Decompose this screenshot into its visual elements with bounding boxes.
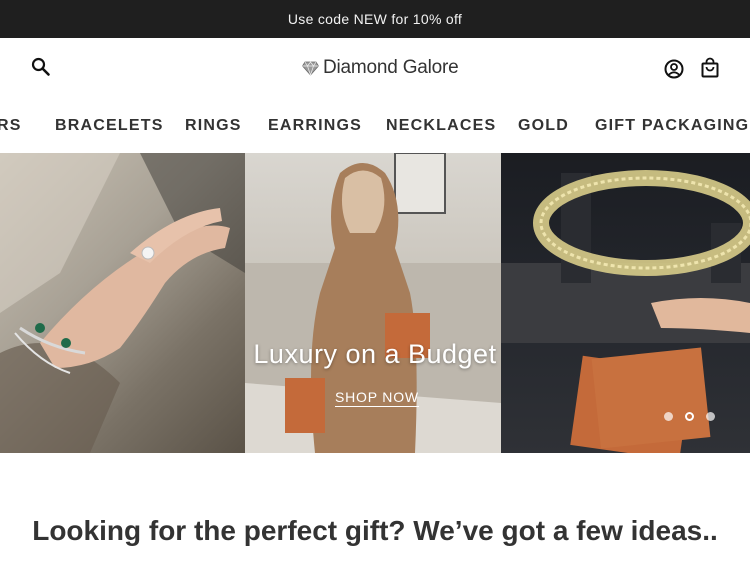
- search-icon: [31, 57, 50, 76]
- announcement-bar: Use code NEW for 10% off: [0, 0, 750, 38]
- nav-item-rs[interactable]: RS: [0, 117, 22, 135]
- account-button[interactable]: [663, 58, 685, 80]
- nav-item-earrings[interactable]: EARRINGS: [268, 117, 362, 135]
- woman-illustration: [245, 153, 501, 453]
- hero-title: Luxury on a Budget: [253, 339, 497, 369]
- slide-dot-2[interactable]: [685, 412, 694, 421]
- cart-button[interactable]: [699, 57, 721, 79]
- nav-item-bracelets[interactable]: BRACELETS: [55, 117, 164, 135]
- shop-now-button[interactable]: SHOP NOW: [335, 389, 419, 407]
- main-nav: RS BRACELETS RINGS EARRINGS NECKLACES GO…: [0, 100, 750, 152]
- hero-image-woman-with-bag: [245, 153, 501, 453]
- nav-item-gold[interactable]: GOLD: [518, 117, 569, 135]
- shopping-bag-icon: [701, 57, 719, 78]
- diamond-icon: [302, 60, 319, 76]
- logo[interactable]: Diamond Galore: [302, 57, 459, 79]
- section-heading: Looking for the perfect gift? We’ve got …: [32, 515, 718, 546]
- account-icon: [664, 59, 684, 79]
- announcement-text: Use code NEW for 10% off: [287, 11, 463, 27]
- slide-indicators: [664, 412, 715, 421]
- hero-banner: Luxury on a Budget SHOP NOW: [0, 153, 750, 453]
- nav-item-gift-packaging[interactable]: GIFT PACKAGING: [595, 117, 749, 135]
- nav-item-necklaces[interactable]: NECKLACES: [386, 117, 496, 135]
- sculpture-illustration: [501, 170, 750, 453]
- nav-item-rings[interactable]: RINGS: [185, 117, 242, 135]
- hand-jewelry-illustration: [0, 153, 245, 453]
- hero-image-night-sculpture: [501, 153, 750, 453]
- site-header: Diamond Galore: [0, 38, 750, 100]
- search-button[interactable]: [30, 56, 52, 78]
- slide-dot-1[interactable]: [664, 412, 673, 421]
- hero-image-hand-jewelry: [0, 153, 245, 453]
- slide-dot-3[interactable]: [706, 412, 715, 421]
- logo-text: Diamond Galore: [323, 57, 459, 78]
